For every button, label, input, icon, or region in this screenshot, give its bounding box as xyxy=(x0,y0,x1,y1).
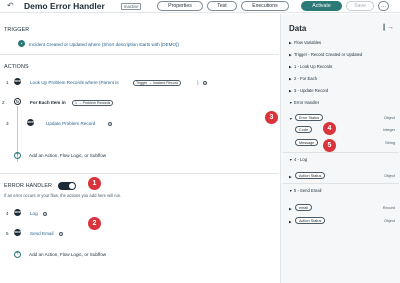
action-row-log[interactable]: Log xyxy=(30,211,38,216)
executions-button[interactable]: Executions xyxy=(241,1,289,11)
data-section-lookup[interactable]: ▶ 1 - Look Up Records xyxy=(289,64,332,69)
callout-2: 2 xyxy=(88,217,101,230)
log-action-status-caret[interactable]: ▶ xyxy=(289,174,294,179)
trigger-icon: ● xyxy=(18,40,25,47)
info-icon[interactable]: i xyxy=(203,80,207,85)
callout-1: 1 xyxy=(88,177,101,190)
data-panel-title: Data xyxy=(289,24,307,33)
update-step-icon: NOW xyxy=(27,119,34,126)
email-action-status-caret[interactable]: ▶ xyxy=(289,219,294,224)
error-handler-section-label: ERROR HANDLER xyxy=(4,183,53,189)
add-action-link[interactable]: Add an Action, Flow Logic, or Subflow xyxy=(29,153,106,158)
section-divider xyxy=(0,173,279,174)
callout-3: 3 xyxy=(265,111,278,124)
data-section-error-handler[interactable]: ▼Error Handler xyxy=(289,100,319,105)
action-index: 1 xyxy=(6,80,9,85)
callout-4: 4 xyxy=(323,122,336,135)
error-status-caret[interactable]: ▼ xyxy=(289,116,294,121)
info-icon[interactable]: i xyxy=(59,231,63,236)
data-section-trigger[interactable]: ▶ Trigger - Record Created or Updated xyxy=(289,52,362,57)
for-each-icon: ↻ xyxy=(14,98,21,105)
error-handler-hint: If an error occurs in your flow, the act… xyxy=(4,193,122,198)
close-paren-text: ) xyxy=(197,80,199,85)
trigger-section-label: TRIGGER xyxy=(4,27,30,33)
add-action-icon[interactable]: + xyxy=(14,152,21,159)
action-row-update[interactable]: Update Problem Record xyxy=(46,121,95,126)
message-pill[interactable]: Message xyxy=(295,139,319,146)
action-row-for-each[interactable]: For Each Item in xyxy=(30,100,66,105)
test-button[interactable]: Test xyxy=(207,1,237,11)
add-action-link[interactable]: Add an Action, Flow Logic, or Subflow xyxy=(29,252,106,257)
add-action-icon[interactable]: + xyxy=(14,251,21,258)
data-section-send-email[interactable]: ▼5 - Send Email xyxy=(289,188,321,193)
callout-5: 5 xyxy=(323,139,336,152)
flow-title: Demo Error Handler xyxy=(24,1,105,11)
info-icon[interactable]: i xyxy=(43,211,47,216)
message-type: String xyxy=(385,140,395,145)
action-row-lookup[interactable]: Look Up Problem Records where (Parent is xyxy=(30,80,119,85)
activate-button[interactable]: Activate xyxy=(301,1,342,11)
data-section-flow-variables[interactable]: ▶ Flow Variables xyxy=(289,40,321,45)
lookup-step-icon: NOW xyxy=(14,78,21,85)
save-button[interactable]: Save xyxy=(346,1,374,11)
data-divider xyxy=(283,152,399,153)
error-status-type: Object xyxy=(384,115,395,120)
problem-records-pill[interactable]: 1 → Problem Records xyxy=(72,99,114,106)
data-section-for-each[interactable]: ▶ 2 - For Each xyxy=(289,76,317,81)
send-email-step-icon: NOW xyxy=(14,229,21,236)
info-icon[interactable]: i xyxy=(108,121,112,126)
email-action-status-pill[interactable]: Action Status xyxy=(295,217,326,224)
data-divider xyxy=(283,183,399,184)
back-arrow-icon[interactable]: ↶ xyxy=(7,2,15,10)
email-type: Record xyxy=(382,205,395,210)
action-index: 3 xyxy=(6,121,9,126)
close-panel-icon[interactable]: ❙→ xyxy=(381,23,394,31)
action-index: 2 xyxy=(2,100,5,105)
action-index: 4 xyxy=(6,211,9,216)
log-action-status-type: Object xyxy=(384,173,395,178)
trigger-row[interactable]: Incident Created or Updated where (Short… xyxy=(29,42,179,47)
code-pill[interactable]: Code xyxy=(295,126,313,133)
code-type: Integer xyxy=(383,127,395,132)
flow-canvas: TRIGGER ● Incident Created or Updated wh… xyxy=(0,14,279,283)
error-status-pill[interactable]: Error Status xyxy=(295,114,324,121)
email-caret[interactable]: ▶ xyxy=(289,206,294,211)
action-index: 5 xyxy=(6,231,9,236)
actions-section-label: ACTIONS xyxy=(4,64,29,70)
log-action-status-pill[interactable]: Action Status xyxy=(295,172,326,179)
trigger-record-pill[interactable]: Trigger → Incident Record xyxy=(133,79,182,86)
more-options-button[interactable]: … xyxy=(378,1,389,11)
status-badge: Inactive xyxy=(121,2,142,10)
data-section-log[interactable]: ▼4 - Log xyxy=(289,157,307,162)
flow-designer-header: ↶ Demo Error Handler Inactive Properties… xyxy=(0,0,400,13)
data-section-update[interactable]: ▶ 3 - Update Record xyxy=(289,88,328,93)
email-pill[interactable]: email xyxy=(295,204,313,211)
log-step-icon: NOW xyxy=(14,209,21,216)
properties-button[interactable]: Properties xyxy=(157,1,203,11)
error-handler-toggle[interactable] xyxy=(58,182,76,190)
action-row-send-email[interactable]: Send Email xyxy=(30,231,54,236)
email-action-status-type: Object xyxy=(384,218,395,223)
section-divider xyxy=(0,54,279,55)
data-panel: Data ❙→ ▶ Flow Variables ▶ Trigger - Recor… xyxy=(280,14,400,283)
